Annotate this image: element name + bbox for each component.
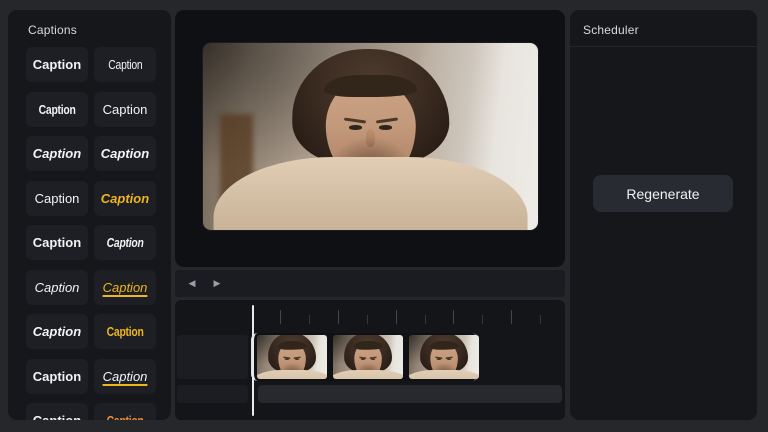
caption-style-label: Caption	[32, 324, 82, 339]
caption-style-button[interactable]: Caption	[94, 47, 156, 82]
caption-style-label: Caption	[38, 101, 76, 117]
caption-style-label: Caption	[106, 324, 144, 339]
previous-frame-button[interactable]: ◀	[181, 273, 203, 294]
video-preview-panel	[175, 10, 565, 267]
caption-style-button[interactable]: Caption	[26, 225, 88, 260]
next-arrow-icon: ▶	[213, 278, 221, 288]
editor-center-column: ◀ ▶	[175, 10, 565, 420]
video-frame-man	[203, 43, 538, 230]
caption-style-button[interactable]: Caption	[26, 403, 88, 420]
caption-style-button[interactable]: Caption	[26, 314, 88, 349]
caption-style-label: Caption	[34, 190, 80, 206]
captions-panel-title: Captions	[28, 23, 77, 37]
caption-style-label: Caption	[32, 57, 82, 72]
caption-style-label: Caption	[106, 413, 143, 420]
caption-style-button[interactable]: Caption	[26, 136, 88, 171]
caption-style-button[interactable]: Caption	[94, 314, 156, 349]
prev-arrow-icon: ◀	[188, 278, 196, 288]
clip-thumbnail	[409, 335, 479, 379]
video-clip[interactable]	[251, 333, 479, 381]
caption-style-label: Caption	[32, 368, 82, 384]
person	[203, 43, 538, 230]
caption-style-label: Caption	[106, 235, 144, 250]
timeline-panel	[175, 300, 565, 420]
caption-style-button[interactable]: Caption	[94, 180, 156, 216]
caption-style-button[interactable]: Caption	[26, 91, 88, 127]
transport-bar: ◀ ▶	[175, 270, 565, 297]
regenerate-button[interactable]: Regenerate	[593, 175, 733, 212]
scheduler-divider	[570, 46, 757, 47]
caption-style-button[interactable]: Caption	[94, 136, 156, 171]
caption-style-button[interactable]: Caption	[94, 269, 156, 305]
caption-style-button[interactable]: Caption	[94, 403, 156, 420]
caption-style-label: Caption	[100, 190, 150, 206]
playhead[interactable]	[252, 305, 254, 416]
caption-style-grid: Caption Caption Caption Caption Caption …	[26, 47, 156, 420]
caption-style-button[interactable]: Caption	[26, 180, 88, 216]
caption-style-button[interactable]: Caption	[94, 91, 156, 127]
clip-thumbnail	[333, 335, 403, 379]
audio-clip-bar[interactable]	[258, 385, 562, 403]
caption-style-label: Caption	[32, 235, 82, 250]
video-preview[interactable]	[203, 43, 538, 230]
caption-style-label: Caption	[102, 368, 148, 384]
caption-style-button[interactable]: Caption	[26, 358, 88, 394]
caption-style-label: Caption	[102, 101, 148, 117]
captions-panel: Captions Caption Caption Caption Caption…	[8, 10, 171, 420]
caption-style-button[interactable]: Caption	[26, 269, 88, 305]
caption-style-label: Caption	[100, 146, 150, 161]
scheduler-panel: Scheduler Regenerate	[570, 10, 757, 420]
caption-style-button[interactable]: Caption	[94, 358, 156, 394]
audio-track-header	[177, 385, 248, 403]
caption-style-label: Caption	[107, 57, 143, 72]
caption-style-button[interactable]: Caption	[94, 225, 156, 260]
caption-style-label: Caption	[102, 279, 148, 295]
caption-style-label: Caption	[33, 413, 81, 420]
scheduler-panel-title: Scheduler	[583, 23, 639, 37]
next-frame-button[interactable]: ▶	[206, 273, 228, 294]
caption-style-label: Caption	[34, 279, 80, 295]
caption-style-button[interactable]: Caption	[26, 47, 88, 82]
video-editor-app: Captions Caption Caption Caption Caption…	[0, 0, 768, 432]
clip-thumbnail	[257, 335, 327, 379]
caption-style-label: Caption	[32, 146, 82, 161]
video-track-header	[177, 335, 248, 379]
